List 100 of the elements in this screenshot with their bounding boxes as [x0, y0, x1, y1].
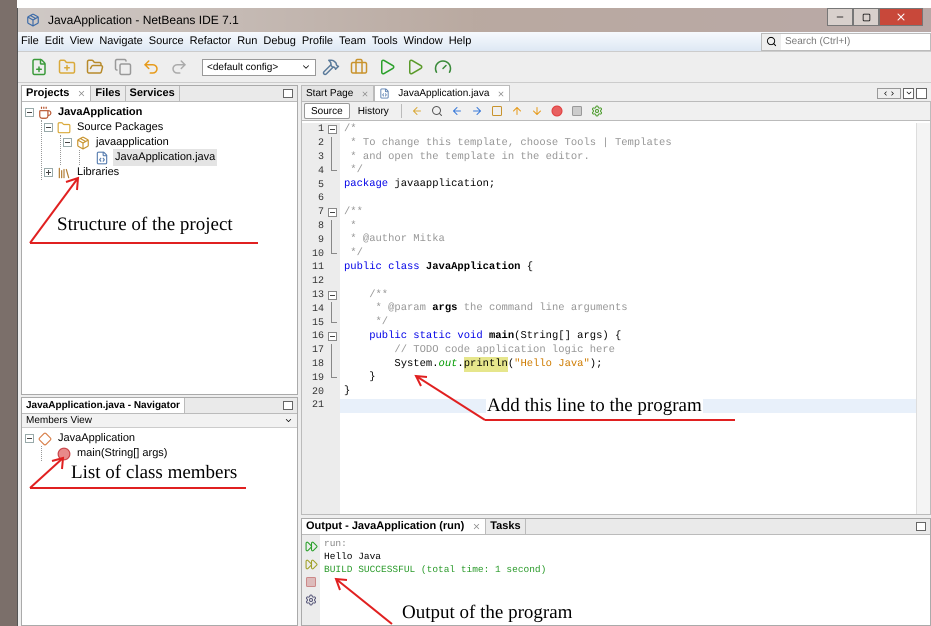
panel-tab[interactable]: Projects [22, 86, 92, 101]
code-token: * @param [374, 301, 427, 316]
code-token: ( [508, 356, 514, 372]
fold-toggle[interactable] [328, 208, 336, 218]
tree-item[interactable]: main(String[] args) [75, 445, 170, 462]
fold-toggle[interactable] [328, 332, 336, 342]
code-token: . [457, 356, 464, 372]
tab-list-button[interactable] [903, 88, 914, 98]
code-token: System. [393, 356, 439, 372]
chevron-right-icon [889, 90, 896, 96]
close-button[interactable] [879, 8, 923, 26]
tree-item[interactable]: JavaApplication [56, 104, 144, 121]
line-number: 9 [316, 234, 324, 248]
view-toggle[interactable]: Source [304, 103, 350, 119]
members-view-dropdown[interactable]: Members View [22, 414, 297, 428]
gauge-icon [434, 58, 452, 76]
code-token: * and open the template in the editor. [349, 150, 590, 164]
line-number: 16 [310, 330, 324, 344]
menu-item[interactable]: Edit [42, 33, 67, 50]
editor-tab[interactable]: JavaApplication.java [374, 85, 510, 101]
code-token: */ [374, 315, 388, 330]
menu-item[interactable]: File [18, 33, 42, 50]
redo-icon [170, 58, 188, 76]
line-number: 3 [316, 151, 324, 165]
code-token: * @author Mitka [349, 232, 445, 247]
arrow-up-icon [510, 105, 523, 117]
minimize-panel-button[interactable] [283, 401, 293, 410]
code-token: args [432, 301, 458, 316]
line-number: 4 [316, 164, 324, 179]
code-token: } [368, 370, 376, 386]
arrow-left-icon [410, 105, 423, 117]
menu-item[interactable]: Profile [298, 33, 336, 50]
package-icon [76, 136, 90, 150]
rerun-with-parameters-button[interactable] [304, 557, 318, 571]
line-number: 13 [310, 288, 324, 303]
close-icon [472, 522, 482, 531]
menu-item[interactable]: Run [234, 33, 260, 50]
undo-icon [142, 58, 160, 76]
code-token: javaapplication; [393, 177, 496, 192]
close-icon [895, 11, 907, 23]
panel-title: JavaApplication.java - Navigator [22, 398, 185, 413]
collapse-toggle[interactable] [63, 138, 72, 147]
code-token: main [488, 328, 514, 344]
folder-plus-icon [58, 58, 76, 76]
maximize-panel-button[interactable] [916, 88, 927, 98]
fast-forward-icon [304, 540, 318, 552]
expand-toggle[interactable] [44, 168, 53, 177]
config-dropdown[interactable]: <default config> [202, 58, 316, 76]
menu-item[interactable]: Window [400, 33, 446, 50]
chevron-down-icon [284, 416, 293, 425]
output-line: Hello Java [324, 550, 382, 563]
code-file-icon [379, 88, 390, 99]
minimize-panel-button[interactable] [283, 89, 293, 98]
scroll-tabs-button[interactable] [877, 88, 901, 98]
play-icon [406, 58, 424, 76]
collapse-toggle[interactable] [25, 434, 34, 443]
square-icon [490, 105, 503, 117]
code-token: */ [349, 246, 363, 261]
menu-item[interactable]: Help [446, 33, 474, 50]
code-token: out [438, 356, 458, 372]
menu-item[interactable]: Refactor [186, 33, 234, 50]
collapse-toggle[interactable] [44, 123, 53, 132]
tree-item[interactable]: Libraries [75, 164, 122, 181]
annotation-label: Add this line to the program [486, 395, 703, 417]
editor-tab[interactable]: Start Page [301, 85, 374, 101]
search-icon [430, 105, 443, 117]
panel-tab[interactable]: Output - JavaApplication (run) [302, 519, 486, 534]
code-token: "Hello Java" [514, 356, 590, 372]
close-icon [497, 90, 506, 98]
code-token: /* [344, 122, 357, 137]
code-token: package [344, 177, 388, 192]
code-token: * To change this template, choose Tools | Templates [349, 136, 672, 151]
menu-item[interactable]: Source [146, 33, 187, 50]
collapse-toggle[interactable] [25, 108, 34, 117]
maximize-button[interactable] [853, 8, 879, 26]
line-number: 8 [316, 220, 324, 234]
copy-icon [114, 58, 132, 76]
play-icon [378, 58, 396, 76]
minimize-panel-button[interactable] [916, 522, 926, 531]
output-line: run: [324, 537, 348, 550]
menu-item[interactable]: Tools [368, 33, 401, 50]
tree-item[interactable]: JavaApplication [56, 430, 138, 447]
menu-item[interactable]: Navigate [96, 33, 146, 50]
menu-item[interactable]: Debug [260, 33, 299, 50]
line-number: 2 [316, 137, 324, 152]
view-toggle[interactable]: History [352, 103, 395, 119]
settings-button[interactable] [304, 593, 318, 607]
line-number: 15 [310, 316, 324, 331]
fold-toggle[interactable] [328, 290, 336, 300]
tree-item[interactable]: javaapplication [94, 134, 171, 151]
menu-item[interactable]: Team [336, 33, 369, 50]
tree-item[interactable]: Source Packages [75, 119, 166, 136]
folder-icon [86, 58, 104, 76]
code-token: JavaApplication [426, 260, 520, 275]
line-number: 1 [316, 123, 324, 138]
rerun-button[interactable] [304, 539, 318, 553]
menu-item[interactable]: View [66, 33, 96, 50]
tree-item[interactable]: JavaApplication.java [113, 149, 218, 166]
fold-toggle[interactable] [328, 125, 336, 134]
code-file-icon [95, 150, 109, 164]
